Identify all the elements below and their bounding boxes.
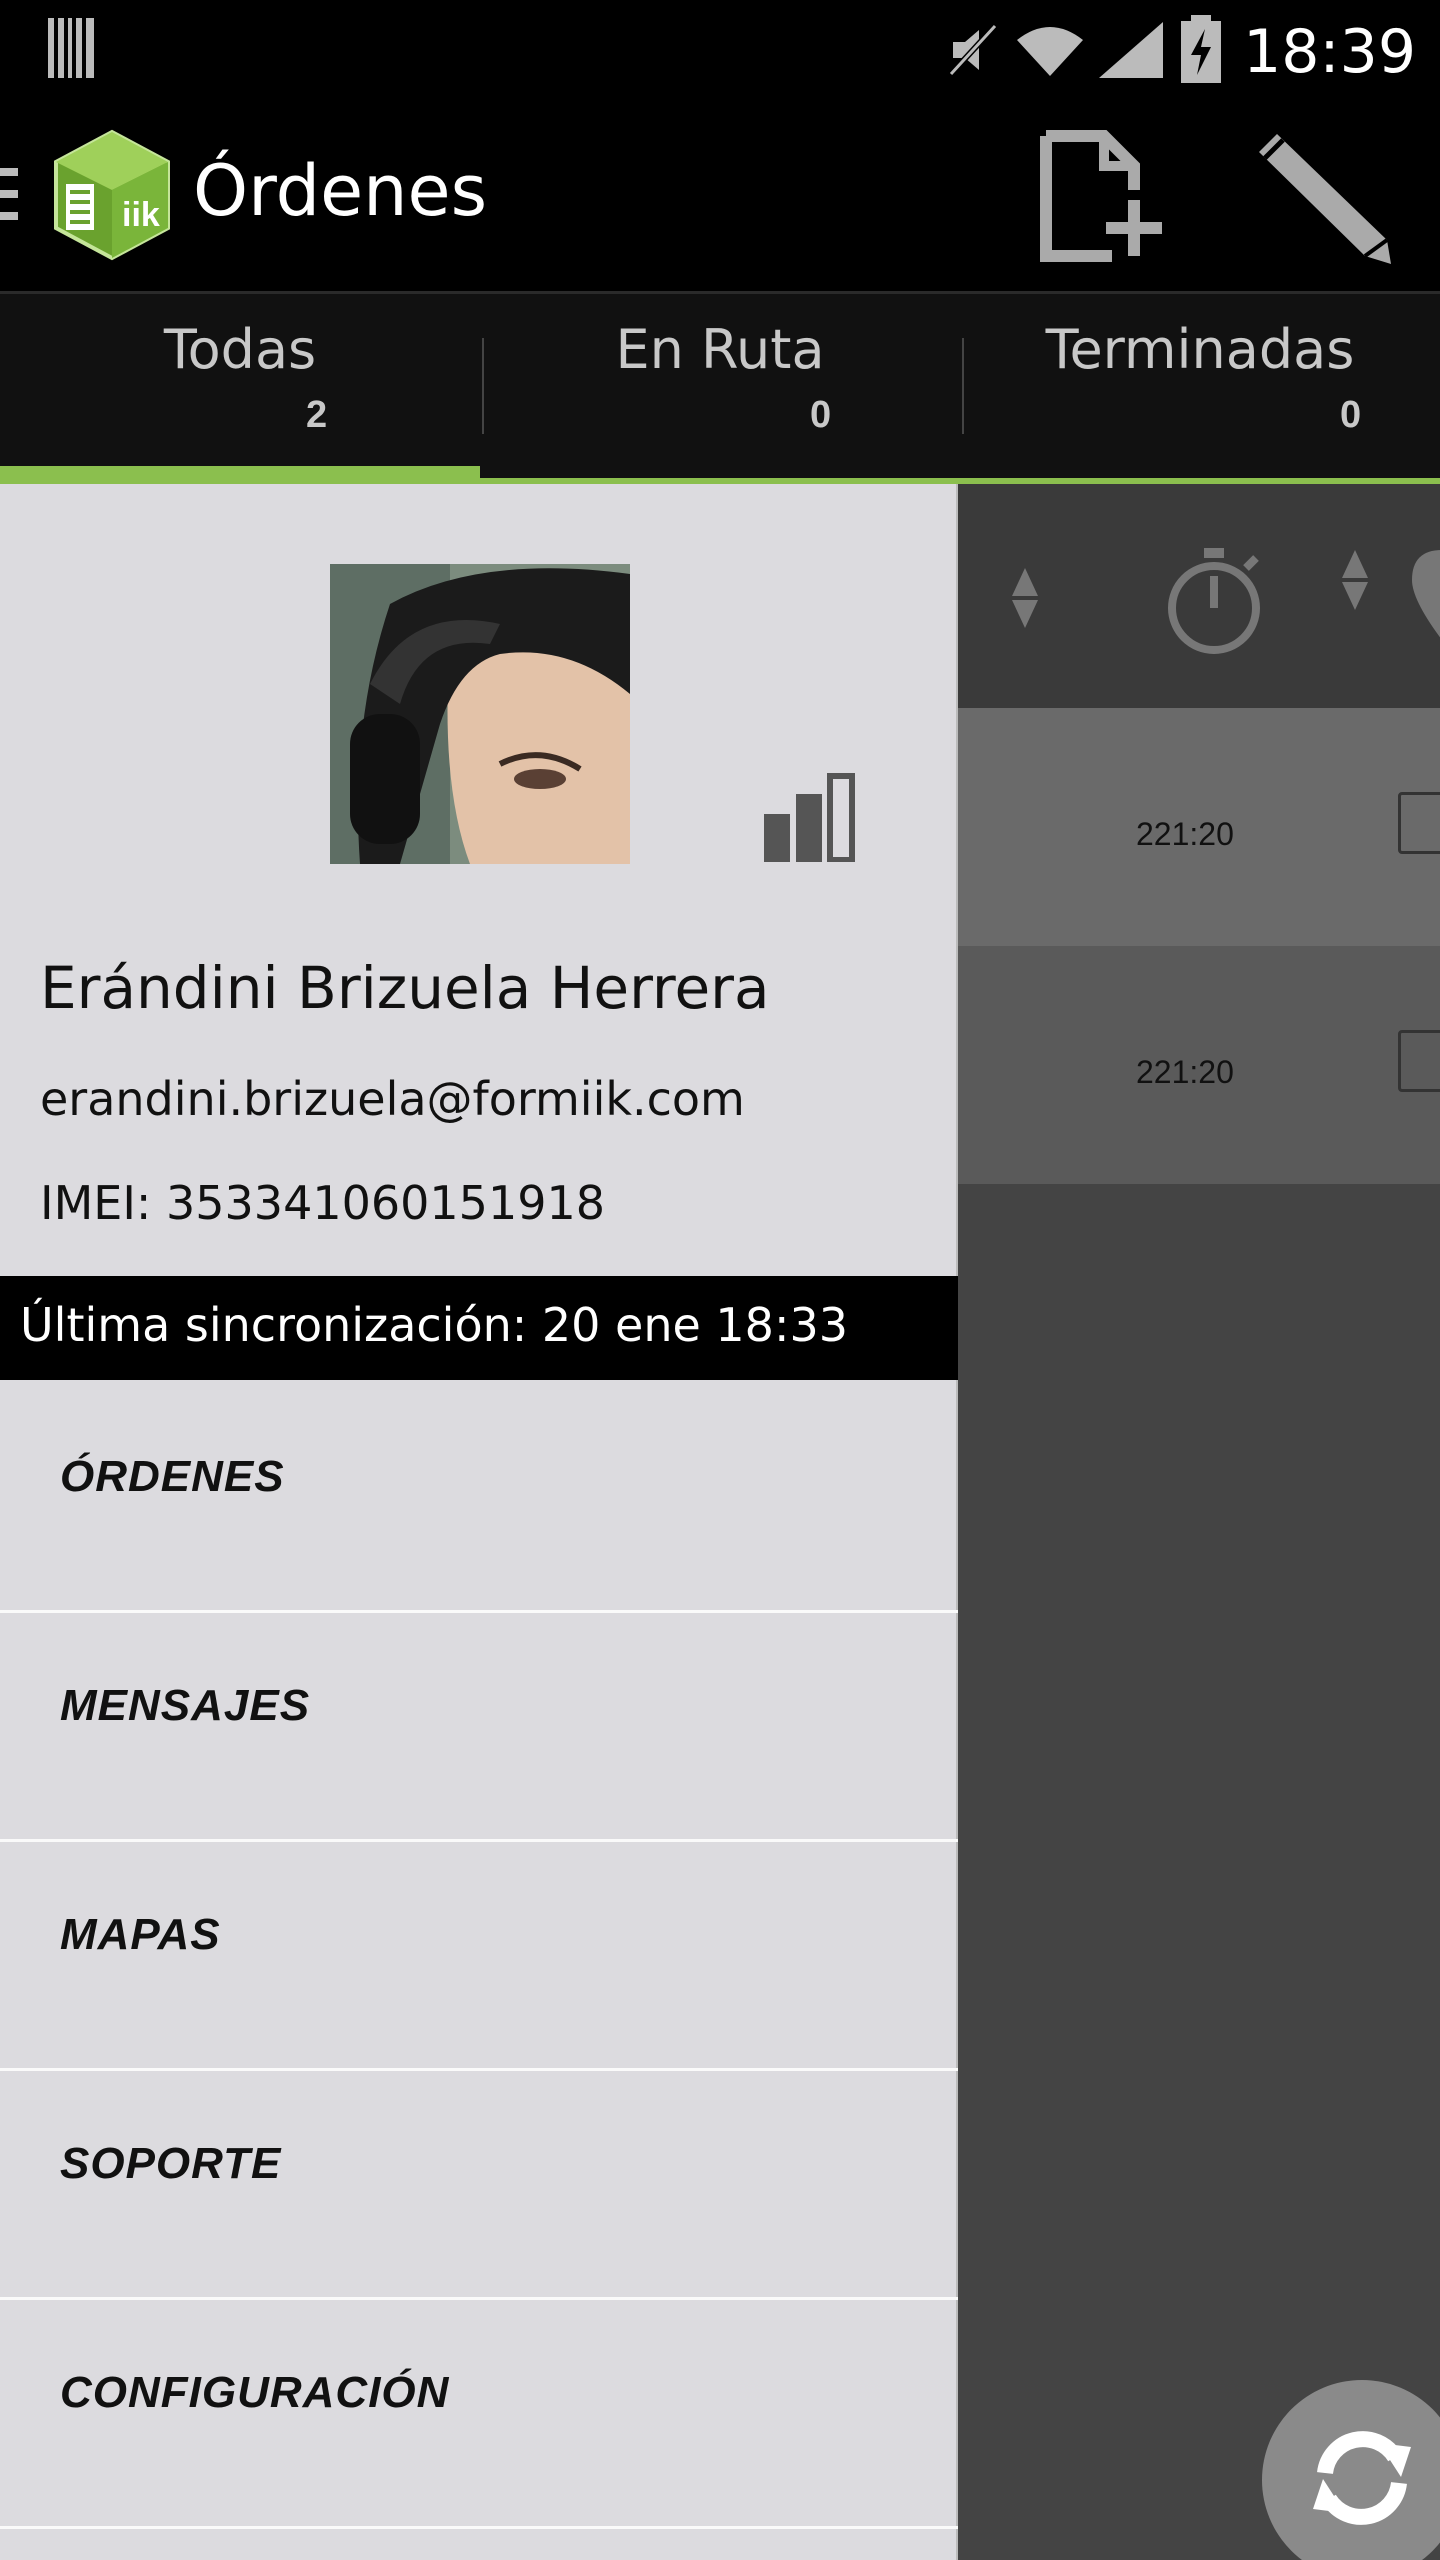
avatar[interactable] bbox=[330, 564, 630, 864]
menu-item-configuracion[interactable]: CONFIGURACIÓN bbox=[0, 2300, 958, 2529]
stopwatch-icon[interactable] bbox=[1164, 546, 1264, 661]
tab-indicator bbox=[0, 466, 480, 484]
order-checkbox[interactable] bbox=[1398, 1030, 1440, 1092]
new-document-icon[interactable] bbox=[1034, 128, 1174, 273]
refresh-icon bbox=[1307, 2423, 1417, 2538]
sort-icon[interactable] bbox=[1010, 568, 1040, 633]
menu-item-mensajes[interactable]: MENSAJES bbox=[0, 1613, 958, 1842]
profile-imei: IMEI: 353341060151918 bbox=[40, 1176, 606, 1230]
navigation-drawer: Erándini Brizuela Herrera erandini.brizu… bbox=[0, 484, 958, 2560]
sort-icon[interactable] bbox=[1340, 550, 1370, 615]
menu-item-label: MENSAJES bbox=[60, 1681, 311, 1730]
battery-icon bbox=[1179, 14, 1223, 90]
menu-item-ordenes[interactable]: ÓRDENES bbox=[0, 1384, 958, 1613]
orders-list: 221:20 221:20 bbox=[958, 484, 1440, 2560]
wifi-icon bbox=[1015, 20, 1085, 85]
page-title: Órdenes bbox=[193, 150, 488, 232]
signal-icon bbox=[1097, 20, 1167, 85]
status-bar: 18:39 bbox=[0, 0, 1440, 100]
order-time: 221:20 bbox=[1136, 1054, 1234, 1090]
tab-count: 0 bbox=[810, 394, 832, 436]
tab-label: Todas bbox=[163, 318, 317, 381]
drawer-menu: ÓRDENES MENSAJES MAPAS SOPORTE CONFIGURA… bbox=[0, 1384, 958, 2529]
menu-item-label: MAPAS bbox=[60, 1910, 221, 1959]
tab-todas[interactable]: Todas 2 bbox=[0, 294, 480, 484]
tab-count: 0 bbox=[1340, 394, 1362, 436]
list-header bbox=[958, 484, 1440, 708]
menu-item-mapas[interactable]: MAPAS bbox=[0, 1842, 958, 2071]
hamburger-icon[interactable] bbox=[0, 168, 20, 233]
order-checkbox[interactable] bbox=[1398, 792, 1440, 854]
tab-count: 2 bbox=[306, 394, 328, 436]
barcode-icon bbox=[48, 18, 98, 83]
profile-email: erandini.brizuela@formiik.com bbox=[40, 1072, 745, 1126]
menu-item-soporte[interactable]: SOPORTE bbox=[0, 2071, 958, 2300]
tab-bar: Todas 2 En Ruta 0 Terminadas 0 bbox=[0, 294, 1440, 484]
svg-text:iik: iik bbox=[122, 196, 160, 234]
edit-pencil-icon[interactable] bbox=[1255, 128, 1395, 273]
tab-label: En Ruta bbox=[615, 318, 825, 381]
last-sync-label: Última sincronización: 20 ene 18:33 bbox=[0, 1276, 958, 1380]
tab-en-ruta[interactable]: En Ruta 0 bbox=[480, 294, 960, 484]
app-logo-icon[interactable]: iik bbox=[50, 128, 174, 267]
menu-item-label: ÓRDENES bbox=[60, 1452, 285, 1501]
menu-item-label: CONFIGURACIÓN bbox=[60, 2368, 450, 2417]
menu-item-label: SOPORTE bbox=[60, 2139, 282, 2188]
mute-icon bbox=[943, 20, 1003, 85]
table-row[interactable]: 221:20 bbox=[958, 708, 1440, 946]
signal-strength-icon bbox=[764, 772, 860, 867]
order-time: 221:20 bbox=[1136, 816, 1234, 852]
tab-terminadas[interactable]: Terminadas 0 bbox=[960, 294, 1440, 484]
tab-label: Terminadas bbox=[1045, 318, 1355, 381]
profile-name: Erándini Brizuela Herrera bbox=[40, 954, 770, 1022]
table-row[interactable]: 221:20 bbox=[958, 946, 1440, 1184]
location-pin-icon[interactable] bbox=[1412, 550, 1440, 645]
clock: 18:39 bbox=[1243, 17, 1416, 87]
